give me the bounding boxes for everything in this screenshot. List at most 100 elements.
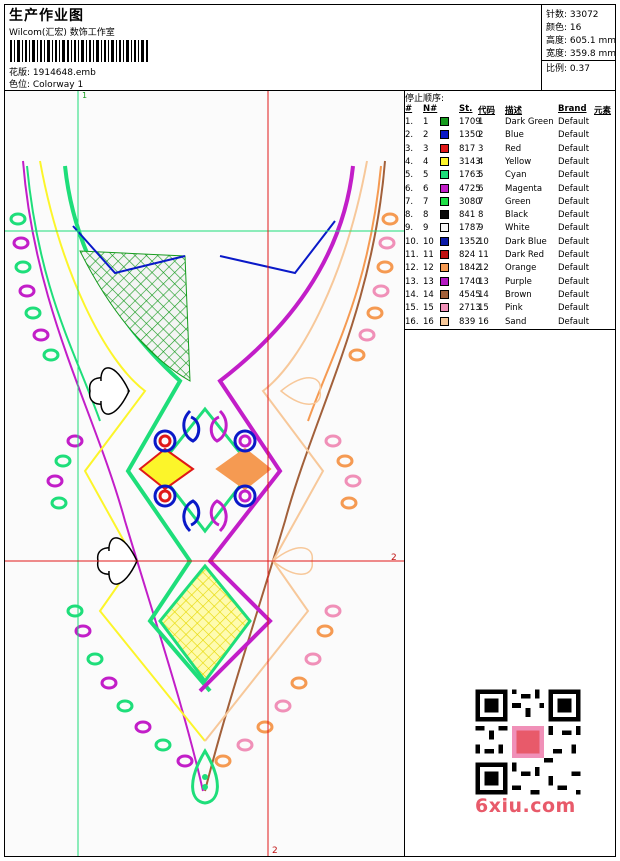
row-code: 16 bbox=[478, 316, 489, 327]
table-row: 5. 5 1763 5 Cyan Default bbox=[405, 170, 615, 183]
color-swatch bbox=[440, 250, 449, 259]
table-row: 8. 8 841 8 Black Default bbox=[405, 210, 615, 223]
row-needle: 15 bbox=[423, 303, 434, 314]
color-swatch bbox=[440, 196, 449, 206]
stop-sequence-panel: 停止顺序: # N# St. 代码 描述 Brand 元素 1. 1 1709 1 Da… bbox=[405, 91, 615, 330]
design-height: 高度: 605.1 mm bbox=[546, 36, 617, 46]
row-index: 10. bbox=[405, 236, 419, 247]
row-index: 4. bbox=[405, 156, 414, 167]
row-needle: 13 bbox=[423, 276, 434, 287]
row-code: 2 bbox=[478, 130, 484, 141]
row-stitches: 817 bbox=[459, 143, 476, 154]
row-code: 3 bbox=[478, 143, 484, 154]
stop-sequence-caption: 停止顺序: bbox=[405, 94, 445, 104]
color-swatch bbox=[440, 289, 449, 299]
row-description: Dark Green bbox=[505, 117, 554, 127]
table-row: 2. 2 1350 2 Blue Default bbox=[405, 130, 615, 143]
row-description: Pink bbox=[505, 303, 523, 314]
row-code: 1 bbox=[478, 117, 484, 127]
qr-code bbox=[471, 685, 585, 799]
row-description: Magenta bbox=[505, 183, 543, 194]
color-swatch bbox=[440, 117, 449, 126]
row-description: Sand bbox=[505, 316, 527, 327]
table-row: 1. 1 1709 1 Dark Green Default bbox=[405, 117, 615, 130]
row-index: 5. bbox=[405, 170, 414, 181]
color-swatch bbox=[440, 183, 449, 193]
row-brand: Default bbox=[558, 303, 590, 314]
row-index: 14. bbox=[405, 289, 419, 300]
row-code: 9 bbox=[478, 223, 484, 234]
row-description: Yellow bbox=[505, 156, 532, 167]
row-needle: 6 bbox=[423, 183, 429, 194]
row-brand: Default bbox=[558, 143, 590, 154]
row-brand: Default bbox=[558, 250, 590, 260]
col-idx: # bbox=[405, 104, 413, 114]
row-index: 16. bbox=[405, 316, 419, 327]
row-brand: Default bbox=[558, 289, 590, 300]
row-description: Dark Blue bbox=[505, 236, 547, 247]
guide-label-2-bottom: 2 bbox=[272, 846, 278, 856]
color-swatch bbox=[440, 130, 449, 140]
row-stitches: 841 bbox=[459, 210, 476, 221]
row-needle: 16 bbox=[423, 316, 434, 327]
col-element: 元素 bbox=[594, 106, 612, 116]
row-code: 15 bbox=[478, 303, 489, 314]
row-description: Dark Red bbox=[505, 250, 545, 260]
stats-box: 针数: 33072 颜色: 16 高度: 605.1 mm 宽度: 359.8 … bbox=[541, 5, 616, 90]
row-description: Blue bbox=[505, 130, 524, 141]
row-index: 6. bbox=[405, 183, 414, 194]
row-needle: 7 bbox=[423, 196, 429, 207]
colorway-label: 色位: Colorway 1 bbox=[9, 80, 84, 90]
row-brand: Default bbox=[558, 316, 590, 327]
row-code: 7 bbox=[478, 196, 484, 207]
row-index: 7. bbox=[405, 196, 414, 207]
row-needle: 14 bbox=[423, 289, 434, 300]
row-brand: Default bbox=[558, 170, 590, 181]
row-brand: Default bbox=[558, 210, 590, 221]
embroidery-design bbox=[5, 91, 404, 856]
color-swatch bbox=[440, 156, 449, 166]
row-description: Purple bbox=[505, 276, 532, 287]
row-needle: 12 bbox=[423, 263, 434, 274]
row-brand: Default bbox=[558, 156, 590, 167]
row-brand: Default bbox=[558, 117, 590, 127]
color-swatch bbox=[440, 143, 449, 153]
header: 生产作业图 Wilcom(汇宏) 数饰工作室 花版: 1914648.emb 色… bbox=[5, 5, 616, 91]
table-row: 6. 6 4725 6 Magenta Default bbox=[405, 183, 615, 197]
row-brand: Default bbox=[558, 276, 590, 287]
color-swatch bbox=[440, 303, 449, 313]
row-code: 10 bbox=[478, 236, 489, 247]
design-preview: 1 2 2 bbox=[5, 91, 405, 856]
page-title: 生产作业图 bbox=[9, 8, 84, 24]
table-row: 10. 10 1352 10 Dark Blue Default bbox=[405, 236, 615, 250]
row-code: 8 bbox=[478, 210, 484, 221]
row-description: Cyan bbox=[505, 170, 527, 181]
row-index: 9. bbox=[405, 223, 414, 234]
row-brand: Default bbox=[558, 223, 590, 234]
row-index: 1. bbox=[405, 117, 414, 127]
row-index: 2. bbox=[405, 130, 414, 141]
row-code: 13 bbox=[478, 276, 489, 287]
row-needle: 10 bbox=[423, 236, 434, 247]
company-name: Wilcom(汇宏) 数饰工作室 bbox=[9, 28, 115, 38]
stitch-count: 针数: 33072 bbox=[546, 10, 599, 20]
barcode bbox=[10, 40, 148, 62]
color-swatch bbox=[440, 276, 449, 286]
color-swatch bbox=[440, 223, 449, 233]
row-description: Black bbox=[505, 210, 528, 221]
row-index: 15. bbox=[405, 303, 419, 314]
row-brand: Default bbox=[558, 130, 590, 141]
row-description: Red bbox=[505, 143, 522, 154]
design-scale: 比例: 0.37 bbox=[546, 64, 590, 74]
row-needle: 4 bbox=[423, 156, 429, 167]
row-needle: 2 bbox=[423, 130, 429, 141]
table-row: 13. 13 1740 13 Purple Default bbox=[405, 276, 615, 290]
row-needle: 3 bbox=[423, 143, 429, 154]
row-code: 5 bbox=[478, 170, 484, 181]
row-description: Green bbox=[505, 196, 531, 207]
guide-label-2-right: 2 bbox=[391, 553, 397, 563]
table-row: 9. 9 1787 9 White Default bbox=[405, 223, 615, 236]
row-index: 13. bbox=[405, 276, 419, 287]
row-index: 8. bbox=[405, 210, 414, 221]
row-needle: 5 bbox=[423, 170, 429, 181]
